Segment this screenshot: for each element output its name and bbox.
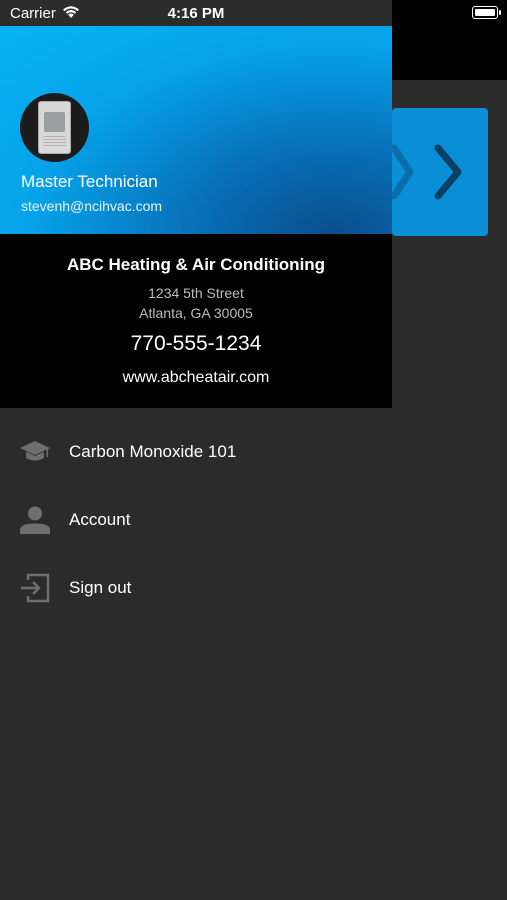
company-name: ABC Heating & Air Conditioning <box>66 255 326 274</box>
company-info: ABC Heating & Air Conditioning 1234 5th … <box>0 234 392 408</box>
company-address-line1: 1234 5th Street <box>148 285 244 301</box>
menu-item-label: Sign out <box>69 578 132 597</box>
battery-tip <box>499 10 501 15</box>
status-time: 4:16 PM <box>167 5 225 22</box>
background-card[interactable] <box>392 108 488 236</box>
user-email: stevenh@ncihvac.com <box>21 198 163 214</box>
menu-item-sign-out[interactable]: Sign out <box>0 554 392 622</box>
thermostat-device-image <box>38 101 71 154</box>
company-phone[interactable]: 770-555-1234 <box>0 332 392 356</box>
profile-header: Master Technician stevenh@ncihvac.com <box>0 26 392 234</box>
avatar[interactable] <box>20 93 89 162</box>
company-website[interactable]: www.abcheatair.com <box>0 369 392 387</box>
graduation-cap-icon <box>20 441 50 461</box>
navigation-drawer: Master Technician stevenh@ncihvac.com AB… <box>0 0 392 900</box>
status-bar: Carrier 4:16 PM <box>0 0 507 26</box>
battery-icon <box>472 6 498 19</box>
chevron-right-icon <box>392 144 462 200</box>
person-icon <box>20 506 50 534</box>
menu-item-carbon-monoxide-101[interactable]: Carbon Monoxide 101 <box>0 418 392 486</box>
menu-item-label: Account <box>69 510 131 529</box>
menu-item-label: Carbon Monoxide 101 <box>69 442 237 461</box>
company-address-line2: Atlanta, GA 30005 <box>139 305 253 321</box>
sign-out-icon <box>21 573 50 603</box>
menu-item-account[interactable]: Account <box>0 486 392 554</box>
user-role: Master Technician <box>21 172 158 191</box>
